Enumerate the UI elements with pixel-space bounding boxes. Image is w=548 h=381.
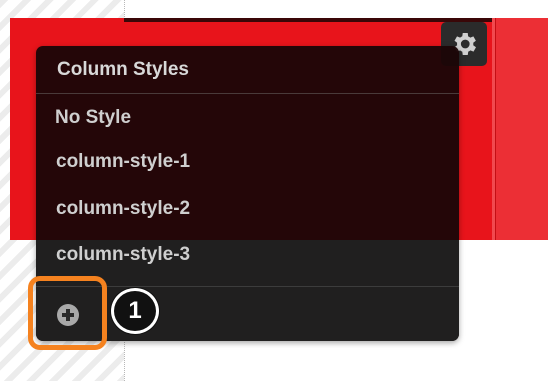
menu-item-column-style-3[interactable]: column-style-3 [36,233,459,277]
add-style-button[interactable] [44,295,92,335]
dropdown-title: Column Styles [36,46,459,94]
step-callout: 1 [111,288,159,334]
column-stripe [495,18,548,240]
menu-item-column-style-2[interactable]: column-style-2 [36,187,459,231]
menu-item-column-style-1[interactable]: column-style-1 [36,140,459,184]
plus-circle-icon [57,304,79,326]
menu-item-no-style[interactable]: No Style [36,96,459,140]
